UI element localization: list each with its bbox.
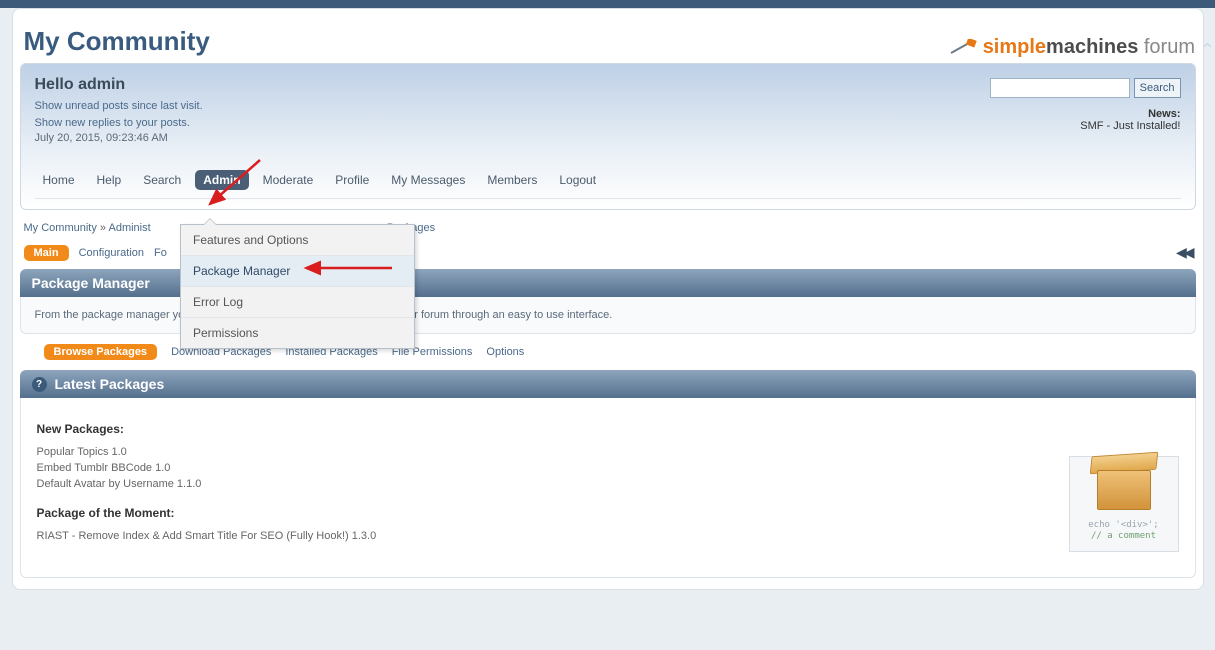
new-package-item[interactable]: Default Avatar by Username 1.1.0: [37, 478, 1179, 490]
nav-help[interactable]: Help: [89, 170, 130, 190]
news-label: News:: [1080, 108, 1180, 120]
unread-posts-link[interactable]: Show unread posts since last visit.: [35, 100, 203, 112]
box-icon: [1097, 466, 1151, 512]
nav-messages[interactable]: My Messages: [383, 170, 473, 190]
nav-members[interactable]: Members: [479, 170, 545, 190]
dd-package-manager[interactable]: Package Manager: [181, 256, 414, 287]
nav-admin[interactable]: Admin: [195, 170, 248, 190]
tab-configuration[interactable]: Configuration: [79, 247, 144, 259]
latest-packages-heading: ? Latest Packages: [20, 370, 1196, 398]
new-package-item[interactable]: Embed Tumblr BBCode 1.0: [37, 462, 1179, 474]
moment-package-item[interactable]: RIAST - Remove Index & Add Smart Title F…: [37, 530, 1179, 542]
help-icon[interactable]: ?: [32, 377, 47, 392]
smf-logo: simplemachines forum: [949, 36, 1195, 59]
user-header-panel: Hello admin Show unread posts since last…: [20, 63, 1196, 210]
crumb-community[interactable]: My Community: [24, 222, 97, 234]
new-packages-heading: New Packages:: [37, 422, 1179, 436]
rewind-icon[interactable]: ◀◀: [1176, 244, 1192, 261]
crumb-admin[interactable]: Administ: [108, 222, 150, 234]
nav-profile[interactable]: Profile: [327, 170, 377, 190]
tab-options[interactable]: Options: [486, 346, 524, 358]
new-package-item[interactable]: Popular Topics 1.0: [37, 446, 1179, 458]
tab-browse-packages[interactable]: Browse Packages: [44, 344, 158, 360]
smf-hammer-icon: [949, 39, 977, 57]
dd-permissions[interactable]: Permissions: [181, 318, 414, 348]
current-time: July 20, 2015, 09:23:46 AM: [35, 132, 1181, 144]
package-thumbnail[interactable]: echo '<div>';// a comment: [1069, 456, 1179, 552]
top-accent-bar: [0, 0, 1215, 8]
news-text: SMF - Just Installed!: [1080, 120, 1180, 132]
collapse-chevron-icon[interactable]: ⌃: [1200, 40, 1215, 61]
search-form: Search: [990, 78, 1180, 98]
dropdown-pointer-icon: [203, 218, 217, 225]
tab-main[interactable]: Main: [24, 245, 69, 261]
thumb-code: echo '<div>';// a comment: [1088, 520, 1158, 542]
news-block: News: SMF - Just Installed!: [1080, 108, 1180, 132]
search-button[interactable]: Search: [1134, 78, 1181, 98]
latest-packages-panel: New Packages: Popular Topics 1.0 Embed T…: [20, 398, 1196, 578]
nav-logout[interactable]: Logout: [551, 170, 604, 190]
main-nav: Home Help Search Admin Moderate Profile …: [35, 170, 1181, 199]
new-replies-link[interactable]: Show new replies to your posts.: [35, 117, 190, 129]
tab-forum-truncated[interactable]: Fo: [154, 247, 167, 259]
nav-home[interactable]: Home: [35, 170, 83, 190]
nav-search[interactable]: Search: [135, 170, 189, 190]
admin-dropdown: Features and Options Package Manager Err…: [180, 224, 415, 349]
dd-features-options[interactable]: Features and Options: [181, 225, 414, 256]
nav-moderate[interactable]: Moderate: [255, 170, 322, 190]
search-input[interactable]: [990, 78, 1130, 98]
dd-error-log[interactable]: Error Log: [181, 287, 414, 318]
moment-heading: Package of the Moment:: [37, 506, 1179, 520]
